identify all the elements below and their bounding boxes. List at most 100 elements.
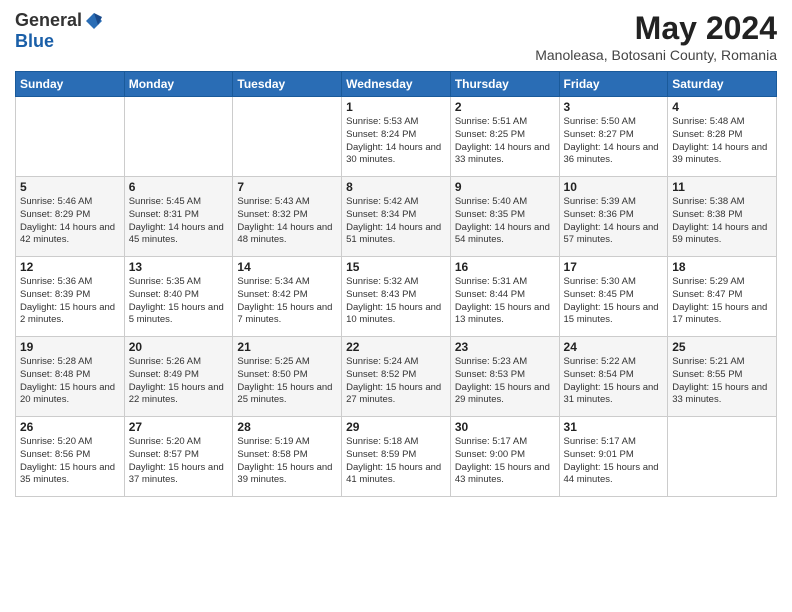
calendar-cell: 8Sunrise: 5:42 AM Sunset: 8:34 PM Daylig… (342, 177, 451, 257)
day-info: Sunrise: 5:28 AM Sunset: 8:48 PM Dayligh… (20, 356, 120, 407)
logo-general-text: General (15, 10, 82, 31)
day-number: 7 (237, 180, 337, 194)
day-number: 24 (564, 340, 664, 354)
day-number: 30 (455, 420, 555, 434)
day-info: Sunrise: 5:23 AM Sunset: 8:53 PM Dayligh… (455, 356, 555, 407)
week-row-1: 1 Sunrise: 5:53 AM Sunset: 8:24 PM Daylig… (16, 97, 777, 177)
calendar-cell: 23 Sunrise: 5:23 AM Sunset: 8:53 PM Dayli… (450, 337, 559, 417)
calendar-table: Sunday Monday Tuesday Wednesday Thursday… (15, 71, 777, 497)
day-number: 22 (346, 340, 446, 354)
day-info: Sunrise: 5:50 AM Sunset: 8:27 PM Dayligh… (564, 116, 664, 167)
day-number: 2 (455, 100, 555, 114)
calendar-cell: 30 Sunrise: 5:17 AM Sunset: 9:00 PM Dayli… (450, 417, 559, 497)
calendar-cell: 2 Sunrise: 5:51 AM Sunset: 8:25 PM Daylig… (450, 97, 559, 177)
month-title: May 2024 (535, 10, 777, 47)
calendar-cell: 21 Sunrise: 5:25 AM Sunset: 8:50 PM Dayli… (233, 337, 342, 417)
logo-blue-text: Blue (15, 31, 54, 51)
day-info: Sunrise: 5:31 AM Sunset: 8:44 PM Dayligh… (455, 276, 555, 327)
day-info: Sunrise: 5:40 AM Sunset: 8:35 PM Dayligh… (455, 196, 555, 247)
calendar-cell: 28 Sunrise: 5:19 AM Sunset: 8:58 PM Dayli… (233, 417, 342, 497)
col-tuesday: Tuesday (233, 72, 342, 97)
calendar-cell: 19 Sunrise: 5:28 AM Sunset: 8:48 PM Dayli… (16, 337, 125, 417)
calendar-cell: 10Sunrise: 5:39 AM Sunset: 8:36 PM Dayli… (559, 177, 668, 257)
day-number: 21 (237, 340, 337, 354)
day-info: Sunrise: 5:51 AM Sunset: 8:25 PM Dayligh… (455, 116, 555, 167)
title-block: May 2024 Manoleasa, Botosani County, Rom… (535, 10, 777, 63)
day-number: 18 (672, 260, 772, 274)
logo-icon (84, 11, 104, 31)
calendar-cell: 26 Sunrise: 5:20 AM Sunset: 8:56 PM Dayli… (16, 417, 125, 497)
day-number: 14 (237, 260, 337, 274)
calendar-cell: 11 Sunrise: 5:38 AM Sunset: 8:38 PM Dayli… (668, 177, 777, 257)
calendar-cell: 3 Sunrise: 5:50 AM Sunset: 8:27 PM Daylig… (559, 97, 668, 177)
day-info: Sunrise: 5:32 AM Sunset: 8:43 PM Dayligh… (346, 276, 446, 327)
day-number: 3 (564, 100, 664, 114)
day-info: Sunrise: 5:26 AM Sunset: 8:49 PM Dayligh… (129, 356, 229, 407)
header: General Blue May 2024 Manoleasa, Botosan… (15, 10, 777, 63)
day-info: Sunrise: 5:25 AM Sunset: 8:50 PM Dayligh… (237, 356, 337, 407)
day-info: Sunrise: 5:21 AM Sunset: 8:55 PM Dayligh… (672, 356, 772, 407)
calendar-cell: 6Sunrise: 5:45 AM Sunset: 8:31 PM Daylig… (124, 177, 233, 257)
calendar-cell (233, 97, 342, 177)
day-number: 6 (129, 180, 229, 194)
day-info: Sunrise: 5:20 AM Sunset: 8:56 PM Dayligh… (20, 436, 120, 487)
day-info: Sunrise: 5:19 AM Sunset: 8:58 PM Dayligh… (237, 436, 337, 487)
calendar-cell: 7 Sunrise: 5:43 AM Sunset: 8:32 PM Daylig… (233, 177, 342, 257)
day-number: 15 (346, 260, 446, 274)
day-number: 26 (20, 420, 120, 434)
day-info: Sunrise: 5:35 AM Sunset: 8:40 PM Dayligh… (129, 276, 229, 327)
day-number: 16 (455, 260, 555, 274)
col-saturday: Saturday (668, 72, 777, 97)
day-number: 23 (455, 340, 555, 354)
calendar-cell: 12 Sunrise: 5:36 AM Sunset: 8:39 PM Dayli… (16, 257, 125, 337)
calendar-cell: 5 Sunrise: 5:46 AM Sunset: 8:29 PM Daylig… (16, 177, 125, 257)
logo: General Blue (15, 10, 104, 52)
calendar-cell: 14Sunrise: 5:34 AM Sunset: 8:42 PM Dayli… (233, 257, 342, 337)
col-sunday: Sunday (16, 72, 125, 97)
day-number: 12 (20, 260, 120, 274)
day-number: 27 (129, 420, 229, 434)
day-info: Sunrise: 5:18 AM Sunset: 8:59 PM Dayligh… (346, 436, 446, 487)
day-info: Sunrise: 5:38 AM Sunset: 8:38 PM Dayligh… (672, 196, 772, 247)
col-friday: Friday (559, 72, 668, 97)
header-row: Sunday Monday Tuesday Wednesday Thursday… (16, 72, 777, 97)
day-number: 28 (237, 420, 337, 434)
day-info: Sunrise: 5:53 AM Sunset: 8:24 PM Dayligh… (346, 116, 446, 167)
col-monday: Monday (124, 72, 233, 97)
day-info: Sunrise: 5:20 AM Sunset: 8:57 PM Dayligh… (129, 436, 229, 487)
day-info: Sunrise: 5:43 AM Sunset: 8:32 PM Dayligh… (237, 196, 337, 247)
calendar-cell: 20 Sunrise: 5:26 AM Sunset: 8:49 PM Dayli… (124, 337, 233, 417)
page-container: General Blue May 2024 Manoleasa, Botosan… (0, 0, 792, 507)
day-number: 5 (20, 180, 120, 194)
calendar-cell: 9 Sunrise: 5:40 AM Sunset: 8:35 PM Daylig… (450, 177, 559, 257)
day-number: 20 (129, 340, 229, 354)
calendar-cell: 15 Sunrise: 5:32 AM Sunset: 8:43 PM Dayli… (342, 257, 451, 337)
day-info: Sunrise: 5:17 AM Sunset: 9:00 PM Dayligh… (455, 436, 555, 487)
day-info: Sunrise: 5:46 AM Sunset: 8:29 PM Dayligh… (20, 196, 120, 247)
day-info: Sunrise: 5:48 AM Sunset: 8:28 PM Dayligh… (672, 116, 772, 167)
calendar-cell: 31 Sunrise: 5:17 AM Sunset: 9:01 PM Dayli… (559, 417, 668, 497)
day-info: Sunrise: 5:24 AM Sunset: 8:52 PM Dayligh… (346, 356, 446, 407)
day-number: 11 (672, 180, 772, 194)
calendar-cell: 25Sunrise: 5:21 AM Sunset: 8:55 PM Dayli… (668, 337, 777, 417)
day-info: Sunrise: 5:36 AM Sunset: 8:39 PM Dayligh… (20, 276, 120, 327)
day-number: 1 (346, 100, 446, 114)
calendar-cell: 29 Sunrise: 5:18 AM Sunset: 8:59 PM Dayli… (342, 417, 451, 497)
col-thursday: Thursday (450, 72, 559, 97)
day-number: 29 (346, 420, 446, 434)
calendar-cell: 18Sunrise: 5:29 AM Sunset: 8:47 PM Dayli… (668, 257, 777, 337)
day-number: 10 (564, 180, 664, 194)
calendar-cell (668, 417, 777, 497)
day-number: 19 (20, 340, 120, 354)
col-wednesday: Wednesday (342, 72, 451, 97)
day-number: 8 (346, 180, 446, 194)
day-number: 9 (455, 180, 555, 194)
calendar-cell (16, 97, 125, 177)
day-number: 17 (564, 260, 664, 274)
calendar-cell: 13Sunrise: 5:35 AM Sunset: 8:40 PM Dayli… (124, 257, 233, 337)
calendar-cell (124, 97, 233, 177)
day-info: Sunrise: 5:17 AM Sunset: 9:01 PM Dayligh… (564, 436, 664, 487)
week-row-5: 26 Sunrise: 5:20 AM Sunset: 8:56 PM Dayli… (16, 417, 777, 497)
day-number: 31 (564, 420, 664, 434)
calendar-cell: 24Sunrise: 5:22 AM Sunset: 8:54 PM Dayli… (559, 337, 668, 417)
